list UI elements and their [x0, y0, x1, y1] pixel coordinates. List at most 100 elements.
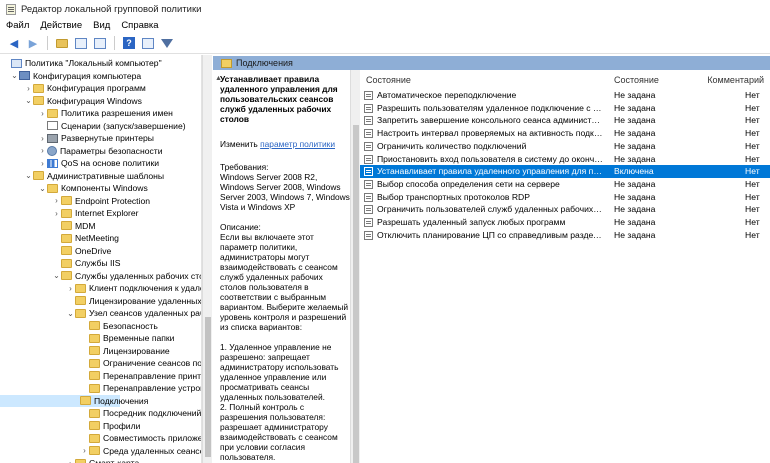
back-arrow-icon[interactable]: ◀	[6, 35, 22, 51]
tree-item-label: QoS на основе политики	[61, 158, 160, 169]
chevron-right-icon[interactable]: ›	[66, 459, 75, 463]
list-row[interactable]: Запретить завершение консольного сеанса …	[360, 114, 770, 127]
tree-item[interactable]: Совместимость приложе	[0, 432, 201, 445]
tree-item[interactable]: › Развернутые принтеры	[0, 132, 154, 145]
tree-item[interactable]: Ограничение сеансов по	[0, 357, 202, 370]
tree-item-label: Конфигурация Windows	[47, 95, 142, 106]
column-state-header[interactable]: Состояние	[614, 75, 659, 85]
computer-icon	[19, 71, 30, 81]
tree-item[interactable]: MDM	[0, 220, 96, 233]
menu-file[interactable]: Файл	[6, 20, 29, 31]
chevron-down-icon[interactable]: ⌄	[10, 71, 19, 80]
policy-setting-icon	[364, 116, 373, 126]
tree-item[interactable]: › Internet Explorer	[0, 207, 138, 220]
tree-item[interactable]: Сценарии (запуск/завершение)	[0, 120, 186, 133]
tree-scrollbar-thumb[interactable]	[205, 317, 211, 457]
chevron-down-icon[interactable]: ⌄	[38, 184, 47, 193]
tree-item[interactable]: Посредник подключений	[0, 407, 201, 420]
tree-item[interactable]: › Политика разрешения имен	[0, 107, 173, 120]
description-scrollbar[interactable]	[350, 70, 360, 463]
chevron-right-icon[interactable]: ›	[52, 196, 61, 205]
tree-item[interactable]: OneDrive	[0, 245, 111, 258]
tree-item[interactable]: ⌄ Конфигурация Windows	[0, 95, 142, 108]
tree-item[interactable]: Политика "Локальный компьютер"	[0, 57, 162, 70]
folder-icon	[221, 58, 232, 68]
tree-item[interactable]: › Endpoint Protection	[0, 195, 150, 208]
setting-state: Не задана	[614, 102, 656, 113]
chevron-right-icon[interactable]: ›	[24, 84, 33, 93]
filter-icon[interactable]	[159, 35, 175, 51]
description-scrollbar-thumb[interactable]	[353, 125, 359, 463]
setting-comment: Нет	[745, 90, 760, 100]
chevron-down-icon[interactable]: ⌄	[66, 309, 75, 318]
edit-policy-link[interactable]: параметр политики	[260, 139, 335, 149]
chevron-right-icon[interactable]: ›	[38, 109, 47, 118]
collapse-arrow-icon[interactable]: ▲	[215, 75, 222, 82]
tree-item[interactable]: › QoS на основе политики	[0, 157, 159, 170]
list-row[interactable]: Выбор транспортных протоколов RDP Не зада…	[360, 191, 770, 204]
chevron-right-icon[interactable]: ›	[38, 134, 47, 143]
tree-item[interactable]: › Среда удаленных сеансов	[0, 445, 201, 458]
list-row[interactable]: Разрешить пользователям удаленное подклю…	[360, 102, 770, 115]
tree-item-label: Посредник подключений	[103, 408, 202, 419]
list-row[interactable]: Устанавливает правила удаленного управле…	[360, 165, 770, 178]
chevron-right-icon[interactable]: ›	[66, 284, 75, 293]
tree-scrollbar[interactable]	[202, 55, 212, 463]
tree-item-label: Ограничение сеансов по	[103, 358, 202, 369]
tree-item[interactable]: Профили	[0, 420, 140, 433]
folder-icon	[89, 433, 100, 443]
chevron-down-icon[interactable]: ⌄	[52, 271, 61, 280]
tree-item[interactable]: › Параметры безопасности	[0, 145, 163, 158]
list-row[interactable]: Отключить планирование ЦП со справедливы…	[360, 229, 770, 242]
tree-item[interactable]: ⌄ Административные шаблоны	[0, 170, 164, 183]
column-comment-header[interactable]: Комментарий	[707, 75, 764, 85]
list-row[interactable]: Ограничить пользователей служб удаленных…	[360, 203, 770, 216]
list-row[interactable]: Разрешать удаленный запуск любых програм…	[360, 216, 770, 229]
list-row[interactable]: Настроить интервал проверяемых на активн…	[360, 127, 770, 140]
tree-item[interactable]: NetMeeting	[0, 232, 119, 245]
export-list-icon[interactable]	[92, 35, 108, 51]
tree-item[interactable]: ⌄ Компоненты Windows	[0, 182, 148, 195]
chevron-right-icon[interactable]: ›	[38, 146, 47, 155]
chevron-right-icon[interactable]: ›	[52, 209, 61, 218]
folder-icon	[89, 408, 100, 418]
list-row[interactable]: Приостановить вход пользователя в систем…	[360, 153, 770, 166]
list-row[interactable]: Ограничить количество подключений Не зада…	[360, 140, 770, 153]
setting-name: Отключить планирование ЦП со справедливы…	[377, 229, 603, 240]
help-icon[interactable]: ?	[121, 35, 137, 51]
chevron-down-icon[interactable]: ⌄	[24, 171, 33, 180]
chevron-right-icon[interactable]: ›	[80, 446, 89, 455]
show-hide-tree-icon[interactable]	[73, 35, 89, 51]
tree-item[interactable]: Лицензирование	[0, 345, 170, 358]
chevron-down-icon[interactable]: ⌄	[24, 96, 33, 105]
folder-icon	[61, 196, 72, 206]
forward-arrow-icon[interactable]: ▶	[25, 35, 41, 51]
tree-item[interactable]: › Смарт-карта	[0, 457, 139, 463]
menu-help[interactable]: Справка	[121, 20, 158, 31]
folder-icon	[61, 208, 72, 218]
tree-item[interactable]: ⌄ Узел сеансов удаленных рабс	[0, 307, 201, 320]
tree-item[interactable]: Лицензирование удаленных р	[0, 295, 201, 308]
properties-icon[interactable]	[140, 35, 156, 51]
tree-item[interactable]: Временные папки	[0, 332, 174, 345]
tree-item[interactable]: Службы IIS	[0, 257, 120, 270]
tree-item-label: OneDrive	[75, 245, 112, 256]
policy-tree[interactable]: Политика "Локальный компьютер" ⌄ Конфигура…	[0, 55, 202, 463]
tree-item[interactable]: Перенаправление устрой	[0, 382, 201, 395]
tree-item[interactable]: Безопасность	[0, 320, 158, 333]
column-name-header[interactable]: Состояние	[366, 75, 411, 85]
chevron-right-icon[interactable]: ›	[38, 159, 47, 168]
tree-item[interactable]: Подключения	[0, 394, 148, 407]
tree-item[interactable]: › Клиент подключения к удале	[0, 282, 201, 295]
menu-view[interactable]: Вид	[93, 20, 110, 31]
tree-item[interactable]: Перенаправление принте	[0, 370, 201, 383]
setting-state: Не задана	[614, 115, 656, 126]
tree-item[interactable]: ⌄ Службы удаленных рабочих стол	[0, 270, 201, 283]
tree-item[interactable]: › Конфигурация программ	[0, 82, 146, 95]
list-row[interactable]: Автоматическое переподключение Не задана Н…	[360, 89, 770, 102]
list-row[interactable]: Выбор способа определения сети на сервер…	[360, 178, 770, 191]
tree-item[interactable]: ⌄ Конфигурация компьютера	[0, 70, 141, 83]
folder-icon	[89, 446, 100, 456]
up-folder-icon[interactable]	[54, 35, 70, 51]
menu-action[interactable]: Действие	[40, 20, 82, 31]
